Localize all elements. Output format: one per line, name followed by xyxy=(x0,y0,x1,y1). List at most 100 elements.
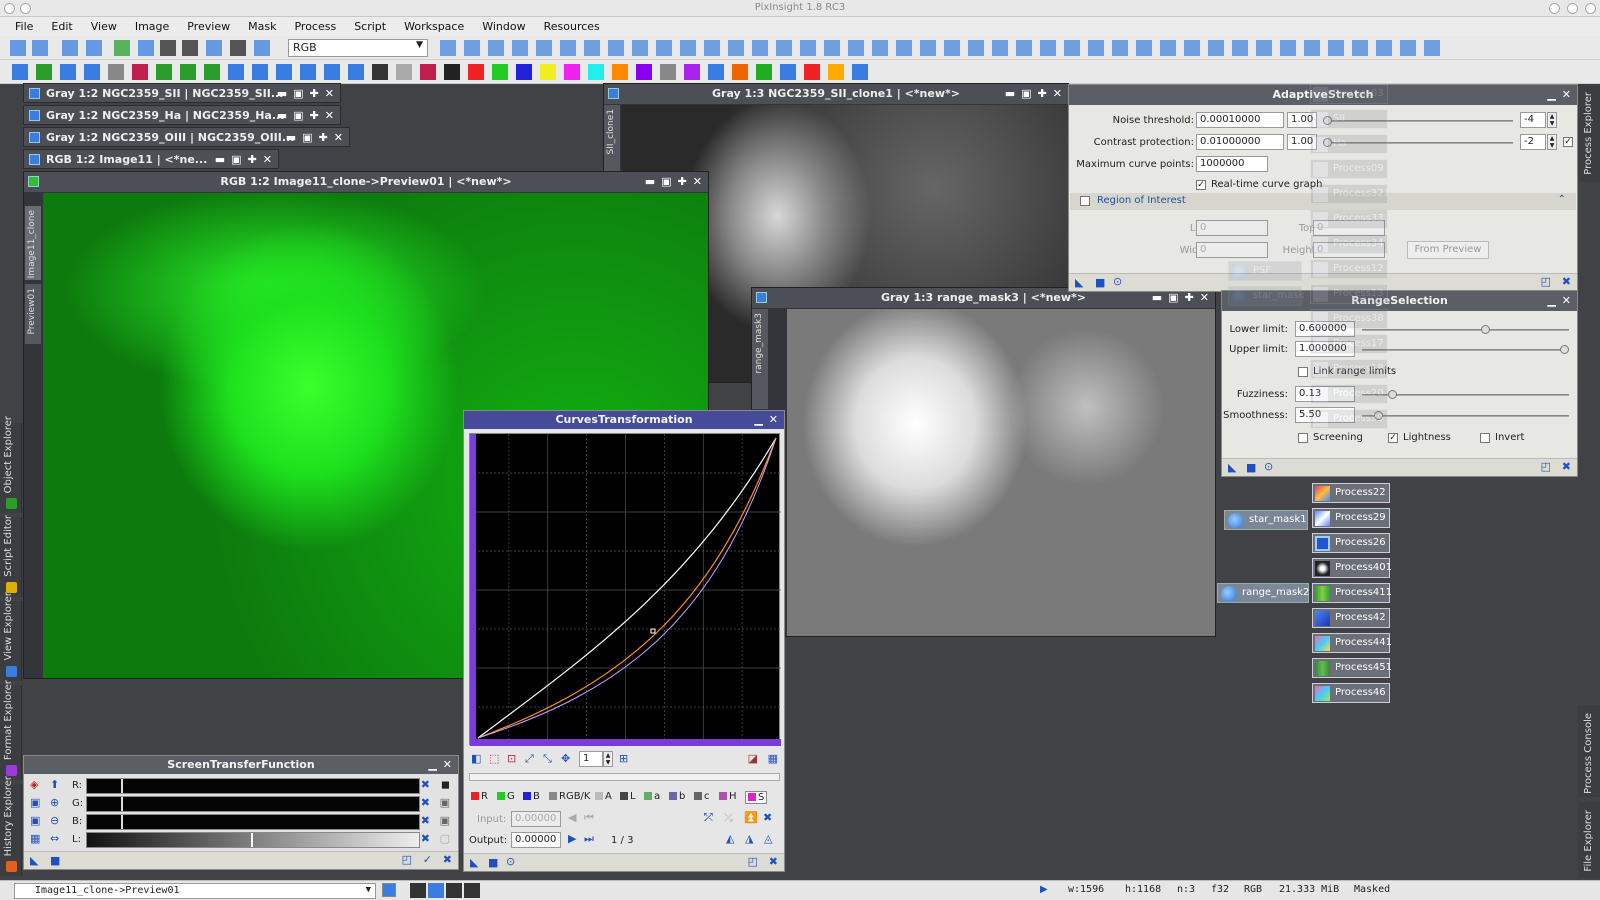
stf-icon-2[interactable]: ▣ xyxy=(30,814,40,827)
image-icon-star-mask1[interactable]: star_mask1 xyxy=(1224,510,1308,530)
display-mode-2[interactable] xyxy=(428,883,444,898)
next-point-icon[interactable]: ▶ xyxy=(568,832,576,845)
toolbar-icon[interactable] xyxy=(1208,40,1224,56)
screening-checkbox[interactable] xyxy=(1298,433,1308,443)
apply-global-icon[interactable]: ■ xyxy=(1095,276,1105,289)
pan-icon[interactable]: ✥ xyxy=(561,752,570,765)
curve-graph[interactable] xyxy=(469,433,781,746)
display-mode-4[interactable] xyxy=(464,883,480,898)
stf-toggle-g-icon[interactable]: ▣ xyxy=(440,796,450,809)
stf-icon-1[interactable]: ▣ xyxy=(30,796,40,809)
menu-edit[interactable]: Edit xyxy=(42,20,81,33)
window-titlebar[interactable]: RGB 1:2 Image11_clone->Preview01 | <*new… xyxy=(24,172,708,192)
noise-exponent-spinner[interactable]: ▲ ▼ xyxy=(1547,112,1557,128)
menu-workspace[interactable]: Workspace xyxy=(395,20,473,33)
toolbar-icon[interactable] xyxy=(1136,40,1152,56)
prev-point-icon[interactable]: ◀ xyxy=(568,811,576,824)
toolbar-icon[interactable] xyxy=(632,40,648,56)
track-view-icon[interactable]: ◈ xyxy=(30,778,38,791)
output-field[interactable]: 0.00000 xyxy=(511,832,561,848)
faded-process-icon[interactable]: SII xyxy=(1310,109,1388,129)
zoom-out-icon[interactable]: ⤡ xyxy=(543,752,552,766)
side-tab-script-editor[interactable]: Script Editor xyxy=(0,515,22,597)
toolbar-icon[interactable] xyxy=(1088,40,1104,56)
toolbar-icon[interactable] xyxy=(828,64,844,80)
process-icon-46[interactable]: Process46 xyxy=(1312,683,1390,703)
channel-select[interactable]: RGB ▼ xyxy=(288,39,428,57)
toolbar-icon[interactable] xyxy=(204,64,220,80)
toolbar-icon[interactable] xyxy=(10,40,26,56)
new-instance-icon[interactable]: ◣ xyxy=(470,856,478,869)
process-icon-401[interactable]: Process401 xyxy=(1312,558,1392,578)
toolbar-icon[interactable] xyxy=(612,64,628,80)
upper-limit-slider[interactable] xyxy=(1362,345,1569,354)
toolbar-icon[interactable] xyxy=(660,64,676,80)
toolbar-icon[interactable] xyxy=(1040,40,1056,56)
menu-resources[interactable]: Resources xyxy=(535,20,609,33)
stf-l-track[interactable] xyxy=(86,832,420,848)
toolbar-icon[interactable] xyxy=(584,40,600,56)
stf-reset-l-icon[interactable]: ✖ xyxy=(421,832,430,845)
side-tab-process-console[interactable]: Process Console xyxy=(1578,705,1600,797)
toolbar-icon[interactable] xyxy=(656,40,672,56)
toolbar-icon[interactable] xyxy=(488,40,504,56)
toolbar-icon[interactable] xyxy=(372,64,388,80)
toolbar-icon[interactable] xyxy=(114,40,130,56)
menu-preview[interactable]: Preview xyxy=(178,20,239,33)
collapse-icon[interactable]: ⌃ xyxy=(1558,194,1566,205)
toolbar-icon[interactable] xyxy=(1400,40,1416,56)
noise-threshold-field[interactable]: 0.00010000 xyxy=(1196,112,1284,128)
process-icon-29[interactable]: Process29 xyxy=(1312,508,1390,528)
faded-process-icon[interactable]: Process13 xyxy=(1310,284,1388,304)
interpolate-icon[interactable]: ⤰ xyxy=(724,811,733,825)
toolbar-icon[interactable] xyxy=(160,40,176,56)
channel-lab-a-button[interactable]: a xyxy=(644,791,660,802)
browse-doc-icon[interactable]: ◰ xyxy=(1541,460,1551,473)
toolbar-icon[interactable] xyxy=(300,64,316,80)
apply-global-icon[interactable]: ■ xyxy=(488,856,498,869)
window-titlebar[interactable]: Gray 1:3 NGC2359_SII_clone1 | <*new*> ▬ ▣ ✚… xyxy=(604,84,1068,104)
toolbar-icon[interactable] xyxy=(780,64,796,80)
menu-view[interactable]: View xyxy=(82,20,126,33)
maximize-icon[interactable] xyxy=(1567,3,1578,14)
stf-g-track[interactable] xyxy=(86,796,420,812)
toolbar-icon[interactable] xyxy=(1184,40,1200,56)
apply-global-icon[interactable]: ■ xyxy=(1246,461,1256,474)
toolbar-icon[interactable] xyxy=(254,40,270,56)
stf-reset-b-icon[interactable]: ✖ xyxy=(421,814,430,827)
stf-toggle-r-icon[interactable]: ◼ xyxy=(441,778,450,791)
new-instance-icon[interactable]: ◣ xyxy=(1228,461,1236,474)
toolbar-icon[interactable] xyxy=(230,40,246,56)
channel-s-button[interactable]: S xyxy=(745,791,768,804)
stf-r-track[interactable] xyxy=(86,778,420,794)
faded-process-icon[interactable]: Process20 xyxy=(1310,384,1388,404)
faded-icon[interactable]: star_mask xyxy=(1228,286,1304,306)
toolbar-icon[interactable] xyxy=(396,64,412,80)
zoom-out-icon[interactable]: ⊖ xyxy=(50,814,59,827)
process-icon-451[interactable]: Process451 xyxy=(1312,658,1392,678)
toolbar-icon[interactable] xyxy=(132,64,148,80)
link-channels-icon[interactable]: ⬆ xyxy=(50,778,59,791)
image-window-range-mask3[interactable]: Gray 1:3 range_mask3 | <*new*> ▬ ▣ ✚ ✕ range… xyxy=(751,287,1216,637)
toolbar-icon[interactable] xyxy=(1016,40,1032,56)
toolbar-icon[interactable] xyxy=(228,64,244,80)
toolbar-icon[interactable] xyxy=(848,40,864,56)
toolbar-icon[interactable] xyxy=(36,64,52,80)
toolbar-icon[interactable] xyxy=(1112,40,1128,56)
realtime-preview-icon[interactable]: ⊙ xyxy=(1113,275,1122,288)
invert-checkbox[interactable] xyxy=(1480,433,1490,443)
channel-l-button[interactable]: L xyxy=(620,791,636,802)
from-preview-button[interactable]: From Preview xyxy=(1407,241,1489,259)
process-icon-26[interactable]: Process26 xyxy=(1312,533,1390,553)
last-point-icon[interactable]: ⏭ xyxy=(584,832,594,846)
toolbar-icon[interactable] xyxy=(1160,40,1176,56)
image-icon-range-mask2[interactable]: range_mask2 xyxy=(1217,583,1309,603)
menu-process[interactable]: Process xyxy=(285,20,345,33)
toolbar-icon[interactable] xyxy=(732,64,748,80)
toolbar-icon[interactable] xyxy=(776,40,792,56)
realtime-preview-icon[interactable]: ⊙ xyxy=(506,855,515,868)
toolbar-icon[interactable] xyxy=(992,40,1008,56)
toolbar-icon[interactable] xyxy=(968,40,984,56)
side-tab-format-explorer[interactable]: Format Explorer xyxy=(0,680,22,780)
contrast-protection-checkbox[interactable]: ✓ xyxy=(1563,137,1573,147)
